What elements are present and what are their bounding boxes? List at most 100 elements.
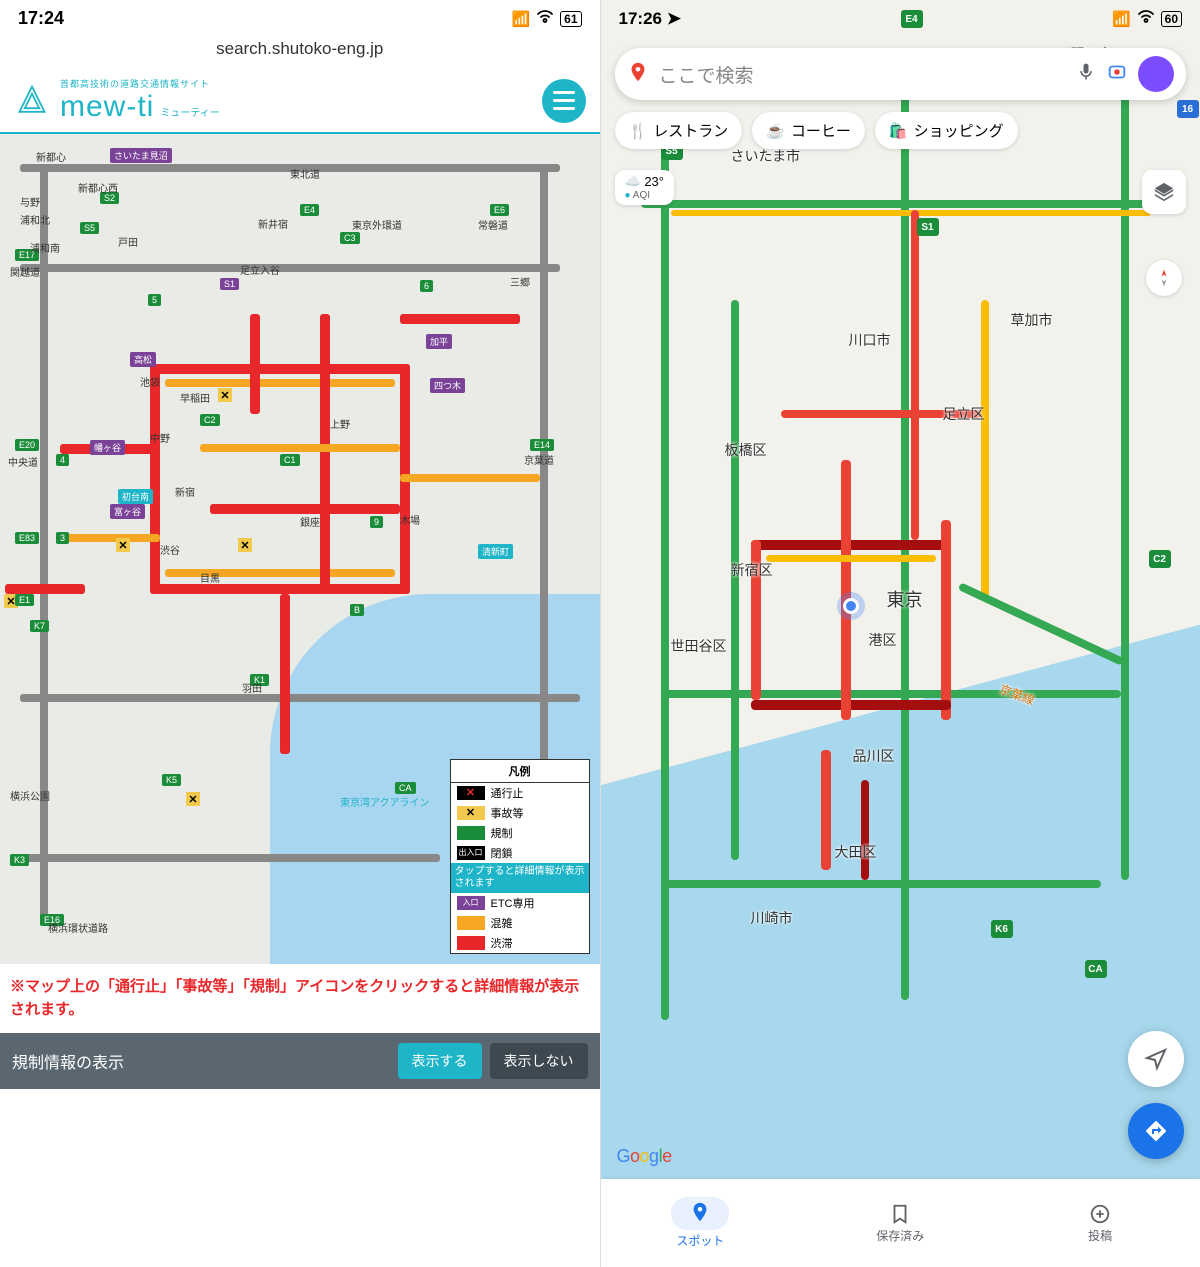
route-badge[interactable]: E4 xyxy=(300,204,319,216)
navigate-icon xyxy=(1144,1047,1168,1071)
city-label: 大田区 xyxy=(835,842,877,862)
city-label: 港区 xyxy=(869,630,897,650)
entrance-badge[interactable]: S1 xyxy=(220,278,239,290)
highway-shield[interactable]: CA xyxy=(1085,960,1107,978)
city-label: 足立区 xyxy=(943,404,985,424)
entrance-badge[interactable]: 幡ヶ谷 xyxy=(90,440,125,455)
route-badge[interactable]: C1 xyxy=(280,454,300,466)
compass-icon xyxy=(1154,268,1174,288)
map-label: 浦和南 xyxy=(30,240,60,255)
route-badge[interactable]: E83 xyxy=(15,532,39,544)
compass-button[interactable] xyxy=(1146,260,1182,296)
map-label: 東京外環道 xyxy=(352,217,402,232)
entrance-badge[interactable]: 高松 xyxy=(130,352,156,367)
city-label: さいたま市 xyxy=(731,146,801,166)
highway-shield[interactable]: S1 xyxy=(917,218,939,236)
legend-note: タップすると詳細情報が表示されます xyxy=(451,863,589,893)
nav-explore[interactable]: スポット xyxy=(601,1179,801,1267)
route-badge[interactable]: 3 xyxy=(56,532,69,544)
route-badge[interactable]: S5 xyxy=(80,222,99,234)
chip-shopping[interactable]: 🛍️ショッピング xyxy=(875,112,1018,149)
legend-congestion: 混雑 xyxy=(491,915,513,931)
wifi-icon xyxy=(1137,10,1155,28)
map-label: 上野 xyxy=(330,416,350,431)
directions-button[interactable] xyxy=(1128,1103,1184,1159)
nav-contribute[interactable]: 投稿 xyxy=(1000,1179,1200,1267)
layers-button[interactable] xyxy=(1142,170,1186,214)
entrance-badge[interactable]: 初台南 xyxy=(118,489,153,504)
entrance-badge[interactable]: 加平 xyxy=(426,334,452,349)
weather-badge[interactable]: ☁️ 23° ● AQI xyxy=(615,170,674,205)
entrance-badge[interactable]: さいたま見沼 xyxy=(110,148,172,163)
route-badge[interactable]: K5 xyxy=(162,774,181,786)
map-label: 関越道 xyxy=(10,264,40,279)
layers-icon xyxy=(1153,181,1175,203)
route-badge[interactable]: C2 xyxy=(200,414,220,426)
legend-regulation: 規制 xyxy=(491,825,513,841)
hide-button[interactable]: 表示しない xyxy=(490,1043,588,1079)
traffic-map[interactable]: ✕ ✕ ✕ ✕ ✕ S2 S5 E4 E6 C3 E17 E20 E14 C2 … xyxy=(0,134,600,964)
incident-marker[interactable]: ✕ xyxy=(116,538,130,552)
highway-shield[interactable]: C2 xyxy=(1149,550,1171,568)
route-badge[interactable]: 5 xyxy=(148,294,161,306)
map-label: 与野 xyxy=(20,194,40,209)
map-label: 三郷 xyxy=(510,274,530,289)
route-badge[interactable]: B xyxy=(350,604,364,616)
map-legend: 凡例 ✕通行止 ✕事故等 規制 出入口閉鎖 タップすると詳細情報が表示されます … xyxy=(450,759,590,954)
lens-icon[interactable] xyxy=(1106,61,1128,88)
city-label: 世田谷区 xyxy=(671,636,727,656)
map-label: 新井宿 xyxy=(258,216,288,231)
show-button[interactable]: 表示する xyxy=(398,1043,482,1079)
mic-icon[interactable] xyxy=(1076,62,1096,87)
nav-saved-label: 保存済み xyxy=(876,1227,924,1244)
nav-saved[interactable]: 保存済み xyxy=(800,1179,1000,1267)
map-label: 新都心西 xyxy=(78,180,118,195)
route-badge[interactable]: 4 xyxy=(56,454,69,466)
city-label: 川崎市 xyxy=(751,908,793,928)
route-badge[interactable]: 6 xyxy=(420,280,433,292)
map-label: 浦和北 xyxy=(20,212,50,227)
incident-marker[interactable]: ✕ xyxy=(186,792,200,806)
route-badge[interactable]: C3 xyxy=(340,232,360,244)
bookmark-icon xyxy=(889,1203,911,1225)
googlemaps-phone: E4 E4 E14 S1 S5 C2 CA K6 6 16 東京 新宿区 港区 … xyxy=(601,0,1200,1267)
chip-restaurant[interactable]: 🍴レストラン xyxy=(615,112,743,149)
my-location-button[interactable] xyxy=(1128,1031,1184,1087)
route-badge[interactable]: K7 xyxy=(30,620,49,632)
route-badge[interactable]: E1 xyxy=(15,594,34,606)
map-label: 東京湾アクアライン xyxy=(340,794,430,809)
map-label: 戸田 xyxy=(118,234,138,249)
legend-accident: 事故等 xyxy=(491,805,524,821)
status-time: 17:26 xyxy=(619,9,662,28)
battery-icon: 61 xyxy=(560,11,581,27)
account-avatar[interactable] xyxy=(1138,56,1174,92)
route-badge[interactable]: E14 xyxy=(530,439,554,451)
incident-marker[interactable]: ✕ xyxy=(218,388,232,402)
route-badge[interactable]: 9 xyxy=(370,516,383,528)
map-footnote: ※マップ上の「通行止」「事故等」「規制」アイコンをクリックすると詳細情報が表示さ… xyxy=(0,964,600,1033)
wifi-icon xyxy=(536,10,554,28)
hamburger-menu-button[interactable] xyxy=(542,79,586,123)
route-badge[interactable]: E20 xyxy=(15,439,39,451)
city-label-tokyo: 東京 xyxy=(887,586,923,612)
legend-title: 凡例 xyxy=(451,760,589,783)
highway-shield[interactable]: K6 xyxy=(991,920,1013,938)
browser-url[interactable]: search.shutoko-eng.jp xyxy=(0,33,600,69)
search-bar[interactable]: ここで検索 xyxy=(615,48,1187,100)
entrance-badge[interactable]: 清新町 xyxy=(478,544,513,559)
rail-label: 京葉線 xyxy=(997,680,1037,708)
city-label: 品川区 xyxy=(853,746,895,766)
route-badge[interactable]: E6 xyxy=(490,204,509,216)
route-badge[interactable]: CA xyxy=(395,782,416,794)
entrance-badge[interactable]: 富ヶ谷 xyxy=(110,504,145,519)
bottom-nav: スポット 保存済み 投稿 xyxy=(601,1179,1200,1267)
legend-closed: 通行止 xyxy=(491,785,524,801)
temperature: 23° xyxy=(644,174,664,189)
legend-gate: 閉鎖 xyxy=(491,845,513,861)
route-badge[interactable]: K3 xyxy=(10,854,29,866)
gmap-canvas[interactable]: E4 E4 E14 S1 S5 C2 CA K6 6 16 東京 新宿区 港区 … xyxy=(601,0,1200,1267)
mewti-logo-block[interactable]: 首都高技術の道路交通情報サイト mew-tiミューティー xyxy=(14,77,220,124)
chip-coffee[interactable]: ☕コーヒー xyxy=(752,112,865,149)
incident-marker[interactable]: ✕ xyxy=(238,538,252,552)
entrance-badge[interactable]: 四つ木 xyxy=(430,378,465,393)
